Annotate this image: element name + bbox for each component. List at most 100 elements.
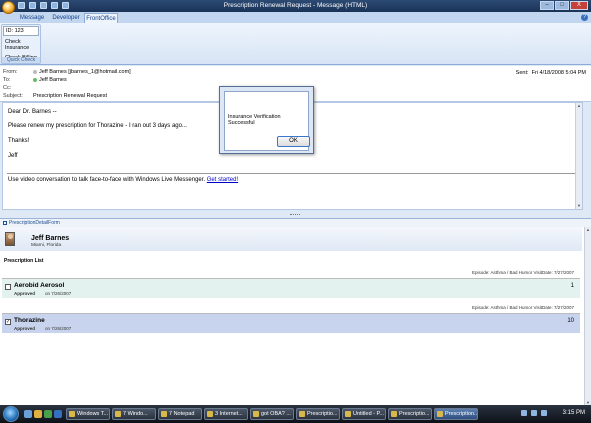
clock[interactable]: 3:15 PM xyxy=(563,410,585,416)
ribbon-tabs: Message Developer FrontOffice ? xyxy=(0,12,591,23)
taskbar-button[interactable]: Prescriptio... xyxy=(388,408,432,420)
insurance-dialog: Insurance Verification Successful OK xyxy=(219,86,314,154)
divider xyxy=(7,173,578,174)
quantity: 1 xyxy=(570,283,574,289)
cc-label: Cc: xyxy=(3,85,12,91)
tab-frontoffice[interactable]: FrontOffice xyxy=(84,13,118,23)
taskbar-button[interactable]: 7 Notepad xyxy=(158,408,202,420)
sent-value: Fri 4/18/2008 5:04 PM xyxy=(531,70,586,76)
taskbar: Windows T... 7 Windo... 7 Notepad 3 Interne… xyxy=(0,405,591,423)
form-region-header[interactable]: PrescriptionDetailForm xyxy=(0,219,591,227)
quick-launch-icon[interactable] xyxy=(54,410,62,418)
tab-message[interactable]: Message xyxy=(18,13,46,23)
ok-button[interactable]: OK xyxy=(277,136,310,147)
taskbar-button[interactable]: 3 Internet... xyxy=(204,408,248,420)
office-button[interactable] xyxy=(2,1,15,14)
form-region-title: PrescriptionDetailForm xyxy=(9,220,60,226)
form-scrollbar[interactable]: ▲ ▼ xyxy=(584,227,591,406)
maximize-button[interactable]: □ xyxy=(555,1,569,10)
down-arrow-icon[interactable] xyxy=(62,2,69,9)
patient-name: Jeff Barnes xyxy=(31,235,70,242)
presence-icon xyxy=(33,77,37,82)
undo-icon[interactable] xyxy=(29,2,36,9)
quantity: 10 xyxy=(567,318,574,324)
body-line: Please renew my prescription for Thorazi… xyxy=(8,123,187,129)
dialog-content: Insurance Verification Successful OK xyxy=(224,91,310,151)
scroll-down-icon[interactable]: ▼ xyxy=(576,203,582,209)
status-badge: Approved xyxy=(14,291,36,296)
from-label: From: xyxy=(3,69,18,75)
switch-windows-icon[interactable] xyxy=(34,410,42,418)
up-arrow-icon[interactable] xyxy=(51,2,58,9)
patient-banner: Jeff Barnes Miami, Florida xyxy=(0,227,582,251)
presence-icon xyxy=(33,69,37,74)
quick-access-toolbar xyxy=(18,2,69,9)
tab-developer[interactable]: Developer xyxy=(50,13,82,23)
network-icon[interactable] xyxy=(521,410,527,416)
redo-icon[interactable] xyxy=(40,2,47,9)
status-badge: Approved xyxy=(14,326,36,331)
taskbar-button[interactable]: Windows T... xyxy=(66,408,110,420)
greeting: Dear Dr. Barnes -- xyxy=(8,109,57,115)
from-row: From: Jeff Barnes [jbarnes_1@hotmail.com] xyxy=(3,69,131,75)
id-label: ID: xyxy=(6,28,14,34)
close-button[interactable]: X xyxy=(570,1,588,10)
check-insurance-button[interactable]: Check Insurance xyxy=(2,37,40,53)
to-label: To: xyxy=(3,77,11,83)
minimize-button[interactable]: – xyxy=(540,1,554,10)
prescription-list-title: Prescription List xyxy=(4,258,44,264)
taskbar-button[interactable]: Prescriptio... xyxy=(296,408,340,420)
taskbar-button[interactable]: got OBA? ... xyxy=(250,408,294,420)
messenger-footer: Use video conversation to talk face-to-f… xyxy=(8,177,238,183)
thanks-line: Thanks! xyxy=(8,138,30,144)
group-label: Quick Check xyxy=(2,57,40,63)
prescription-form-region: PrescriptionDetailForm Jeff Barnes Miami… xyxy=(0,218,591,406)
drug-name: Thorazine xyxy=(14,317,45,324)
body-scrollbar[interactable]: ▲ ▼ xyxy=(575,103,582,209)
window-title: Prescription Renewal Request - Message (… xyxy=(223,2,368,9)
id-field[interactable]: ID: 123 xyxy=(3,26,39,36)
scroll-up-icon[interactable]: ▲ xyxy=(576,103,582,109)
system-tray: 3:15 PM xyxy=(519,407,591,421)
dialog-message: Insurance Verification Successful xyxy=(228,114,281,126)
signature: Jeff xyxy=(8,153,18,159)
subject-value: Prescription Renewal Request xyxy=(33,93,107,99)
quick-check-group: ID: 123 Check Insurance Check Billing Qu… xyxy=(1,24,41,64)
to-value[interactable]: Jeff Barnes xyxy=(39,77,67,83)
sent-row: Sent: Fri 4/18/2008 5:04 PM xyxy=(516,70,586,76)
to-row: To: Jeff Barnes xyxy=(3,77,67,83)
taskbar-button[interactable]: Untitled - P... xyxy=(342,408,386,420)
from-value[interactable]: Jeff Barnes [jbarnes_1@hotmail.com] xyxy=(39,69,131,75)
prescription-row[interactable]: Aerobid Aerosol Approved on 7/26/2007 1 xyxy=(2,278,580,298)
episode-info: Episode: Asthma / Bad Humor VisitDate: 7… xyxy=(472,305,574,310)
show-desktop-icon[interactable] xyxy=(24,410,32,418)
episode-info: Episode: Asthma / Bad Humor VisitDate: 7… xyxy=(472,270,574,275)
approval-date: on 7/26/2007 xyxy=(45,326,72,331)
window-controls: – □ X xyxy=(540,1,588,10)
collapse-icon[interactable] xyxy=(3,220,7,225)
quick-launch-icon[interactable] xyxy=(44,410,52,418)
subject-row: Subject: Prescription Renewal Request xyxy=(3,93,107,99)
start-button[interactable] xyxy=(3,406,19,422)
sent-label: Sent: xyxy=(515,70,529,76)
footer-text: Use video conversation to talk face-to-f… xyxy=(8,177,206,183)
messenger-icon[interactable] xyxy=(541,410,547,416)
volume-icon[interactable] xyxy=(531,410,537,416)
get-started-link[interactable]: Get started! xyxy=(207,177,238,183)
ribbon: ID: 123 Check Insurance Check Billing Qu… xyxy=(0,23,591,65)
taskbar-button[interactable]: Prescription... xyxy=(434,408,478,420)
title-bar: Prescription Renewal Request - Message (… xyxy=(0,0,591,12)
taskbar-button[interactable]: 7 Windo... xyxy=(112,408,156,420)
prescription-checkbox[interactable] xyxy=(5,284,11,290)
patient-location: Miami, Florida xyxy=(31,243,62,248)
approval-date: on 7/26/2007 xyxy=(45,291,72,296)
prescription-row[interactable]: ✓ Thorazine Approved on 7/26/2007 10 xyxy=(2,313,580,333)
avatar xyxy=(5,232,15,246)
prescription-checkbox[interactable]: ✓ xyxy=(5,319,11,325)
subject-label: Subject: xyxy=(3,93,23,99)
splitter-grip[interactable] xyxy=(290,214,300,216)
scroll-up-icon[interactable]: ▲ xyxy=(585,227,591,233)
save-icon[interactable] xyxy=(18,2,25,9)
cc-row: Cc: xyxy=(3,85,33,91)
help-icon[interactable]: ? xyxy=(581,14,588,21)
